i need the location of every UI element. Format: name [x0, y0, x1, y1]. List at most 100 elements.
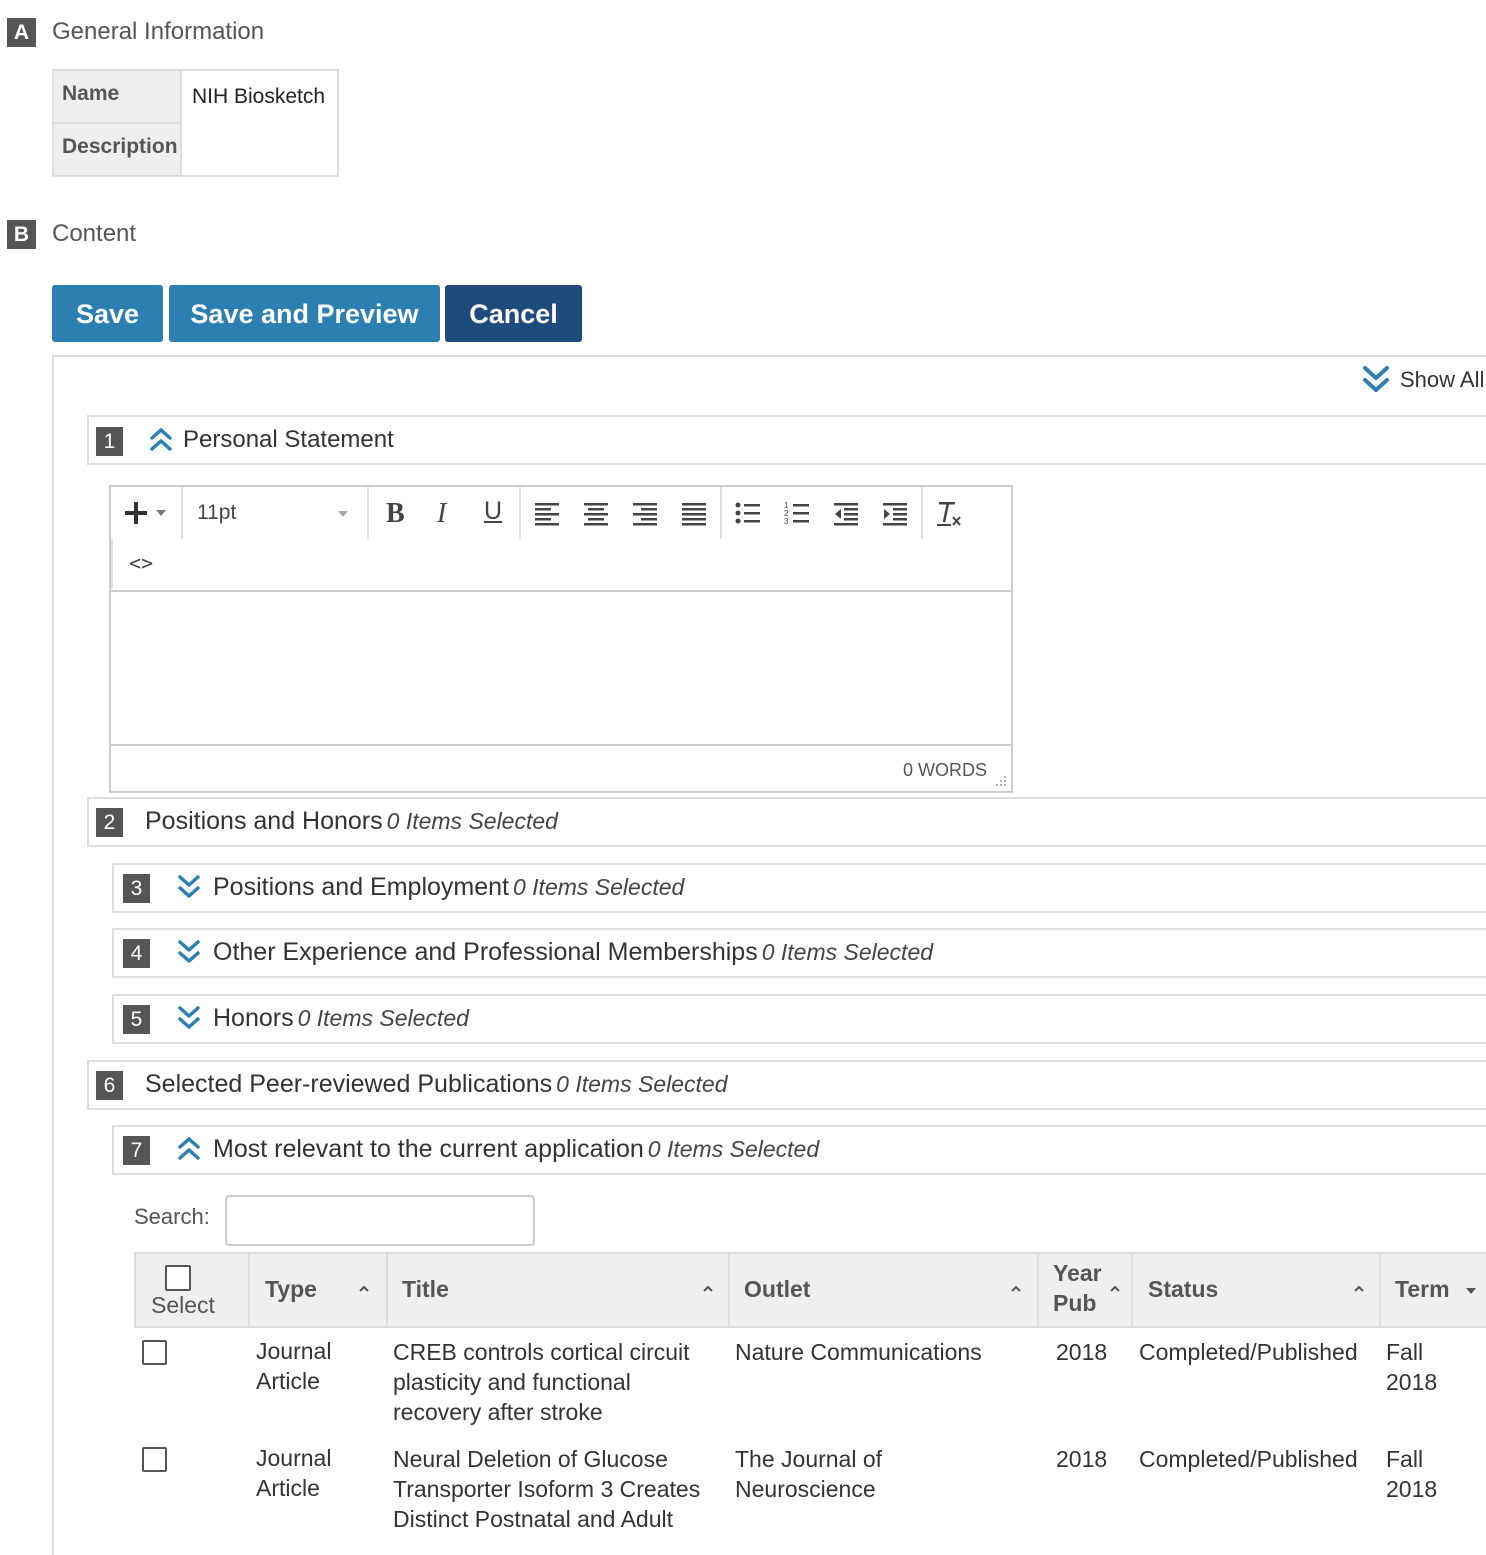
row-title: CREB controls cortical circuit plasticit…: [393, 1337, 690, 1427]
align-justify-icon: [682, 503, 706, 526]
insert-menu-button[interactable]: [123, 497, 173, 529]
items-selected-count: 0 Items Selected: [512, 874, 685, 900]
save-button[interactable]: Save: [52, 285, 163, 342]
clear-formatting-button[interactable]: [933, 497, 965, 529]
save-and-preview-button[interactable]: Save and Preview: [169, 285, 440, 342]
section-number: 5: [123, 1005, 150, 1034]
row-title-line: Distinct Postnatal and Adult: [393, 1506, 673, 1532]
indent-button[interactable]: [879, 497, 911, 529]
toolbar-divider: [519, 487, 521, 539]
term-header-label: Term: [1395, 1276, 1450, 1302]
section-personal-statement[interactable]: 1 Personal Statement: [87, 415, 1486, 465]
numbered-list-button[interactable]: 1 2 3: [781, 497, 813, 529]
row-select-checkbox[interactable]: [142, 1340, 167, 1365]
column-header-type[interactable]: Type: [250, 1254, 388, 1326]
search-input[interactable]: [225, 1195, 535, 1246]
row-term-line: 2018: [1386, 1369, 1438, 1395]
double-chevron-down-icon: [178, 1006, 200, 1029]
double-chevron-up-icon: [150, 428, 172, 451]
section-title: Honors 0 Items Selected: [213, 1004, 469, 1033]
column-header-status[interactable]: Status: [1133, 1254, 1381, 1326]
double-chevron-down-icon: [1363, 366, 1389, 392]
section-number: 2: [96, 808, 123, 837]
sort-up-icon: [359, 1285, 369, 1292]
sort-down-icon: [1466, 1288, 1476, 1294]
align-left-button[interactable]: [531, 497, 563, 529]
caret-down-icon: [338, 511, 348, 517]
svg-text:3: 3: [784, 517, 789, 526]
section-title: Most relevant to the current application…: [213, 1135, 819, 1164]
row-title-line: Transporter Isoform 3 Creates: [393, 1476, 701, 1502]
align-center-button[interactable]: [580, 497, 612, 529]
editor-toolbar: 11pt B I U 1 2 3 <>: [111, 487, 1011, 592]
align-justify-button[interactable]: [678, 497, 710, 529]
section-title: Positions and Honors 0 Items Selected: [145, 807, 558, 836]
section-title: Selected Peer-reviewed Publications 0 Ite…: [145, 1070, 727, 1099]
section-number: 3: [123, 874, 150, 903]
select-all-checkbox[interactable]: [165, 1265, 191, 1291]
row-type: Journal Article: [256, 1443, 331, 1503]
row-title-line: Neural Deletion of Glucose: [393, 1446, 668, 1472]
row-term-line: Fall: [1386, 1339, 1424, 1365]
plus-icon: [125, 502, 147, 524]
items-selected-count: 0 Items Selected: [647, 1136, 820, 1162]
double-chevron-down-icon: [178, 940, 200, 963]
section-most-relevant[interactable]: 7 Most relevant to the current applicati…: [112, 1125, 1486, 1175]
row-type-line: Journal: [256, 1338, 332, 1364]
row-divider: [54, 122, 180, 124]
year-pub-header-label-line1: Year: [1053, 1260, 1102, 1286]
column-header-outlet[interactable]: Outlet: [730, 1254, 1039, 1326]
row-term-line: Fall: [1386, 1446, 1424, 1472]
bold-button[interactable]: B: [379, 497, 411, 529]
items-selected-count: 0 Items Selected: [297, 1005, 469, 1031]
row-type-line: Article: [256, 1475, 320, 1501]
double-chevron-down-icon: [178, 875, 200, 898]
italic-button[interactable]: I: [428, 497, 460, 529]
show-all-toggle[interactable]: Show All: [1360, 363, 1486, 397]
underline-button[interactable]: U: [477, 497, 509, 529]
section-b-title: Content: [52, 220, 137, 247]
column-header-term[interactable]: Term: [1381, 1254, 1486, 1326]
column-header-title[interactable]: Title: [388, 1254, 730, 1326]
outdent-button[interactable]: [830, 497, 862, 529]
font-size-select[interactable]: 11pt: [195, 497, 355, 529]
row-outlet-line: The Journal of: [735, 1446, 883, 1472]
items-selected-count: 0 Items Selected: [761, 939, 934, 965]
row-type: Journal Article: [256, 1336, 331, 1396]
section-title: Other Experience and Professional Member…: [213, 938, 933, 967]
select-header-label: Select: [151, 1292, 215, 1318]
editor-text-area[interactable]: [111, 592, 1011, 744]
section-title-text: Personal Statement: [183, 426, 394, 453]
row-term: Fall 2018: [1386, 1337, 1437, 1397]
section-other-experience[interactable]: 4 Other Experience and Professional Memb…: [112, 928, 1486, 978]
row-select-checkbox[interactable]: [142, 1447, 167, 1472]
source-code-button[interactable]: <>: [125, 549, 159, 579]
editor-status-bar: 0 WORDS: [111, 744, 1011, 791]
cancel-button[interactable]: Cancel: [445, 285, 582, 342]
section-b-badge: B: [7, 220, 36, 249]
section-peer-reviewed-publications[interactable]: 6 Selected Peer-reviewed Publications 0 I…: [87, 1060, 1486, 1110]
toolbar-divider: [921, 487, 923, 539]
description-label: Description: [62, 135, 178, 158]
row-type-line: Journal: [256, 1445, 332, 1471]
section-positions-and-employment[interactable]: 3 Positions and Employment 0 Items Select…: [112, 863, 1486, 913]
resize-handle-icon[interactable]: [993, 773, 1007, 787]
row-outlet: Nature Communications: [735, 1337, 982, 1367]
section-positions-and-honors[interactable]: 2 Positions and Honors 0 Items Selected: [87, 797, 1486, 847]
search-label: Search:: [134, 1204, 210, 1229]
row-year: 2018: [1056, 1446, 1108, 1472]
row-type-line: Article: [256, 1368, 320, 1394]
column-header-year-pub[interactable]: Year Pub: [1039, 1254, 1133, 1326]
items-selected-count: 0 Items Selected: [386, 808, 558, 834]
section-honors[interactable]: 5 Honors 0 Items Selected: [112, 994, 1486, 1044]
align-right-button[interactable]: [629, 497, 661, 529]
bullet-list-button[interactable]: [732, 497, 764, 529]
section-a-title: General Information: [52, 18, 265, 45]
align-right-icon: [633, 503, 657, 526]
row-term-line: 2018: [1386, 1476, 1438, 1502]
section-number: 7: [123, 1136, 150, 1165]
name-label: Name: [62, 82, 120, 105]
toolbar-divider: [181, 487, 183, 539]
sort-up-icon: [1354, 1285, 1364, 1292]
indent-icon: [883, 503, 907, 526]
